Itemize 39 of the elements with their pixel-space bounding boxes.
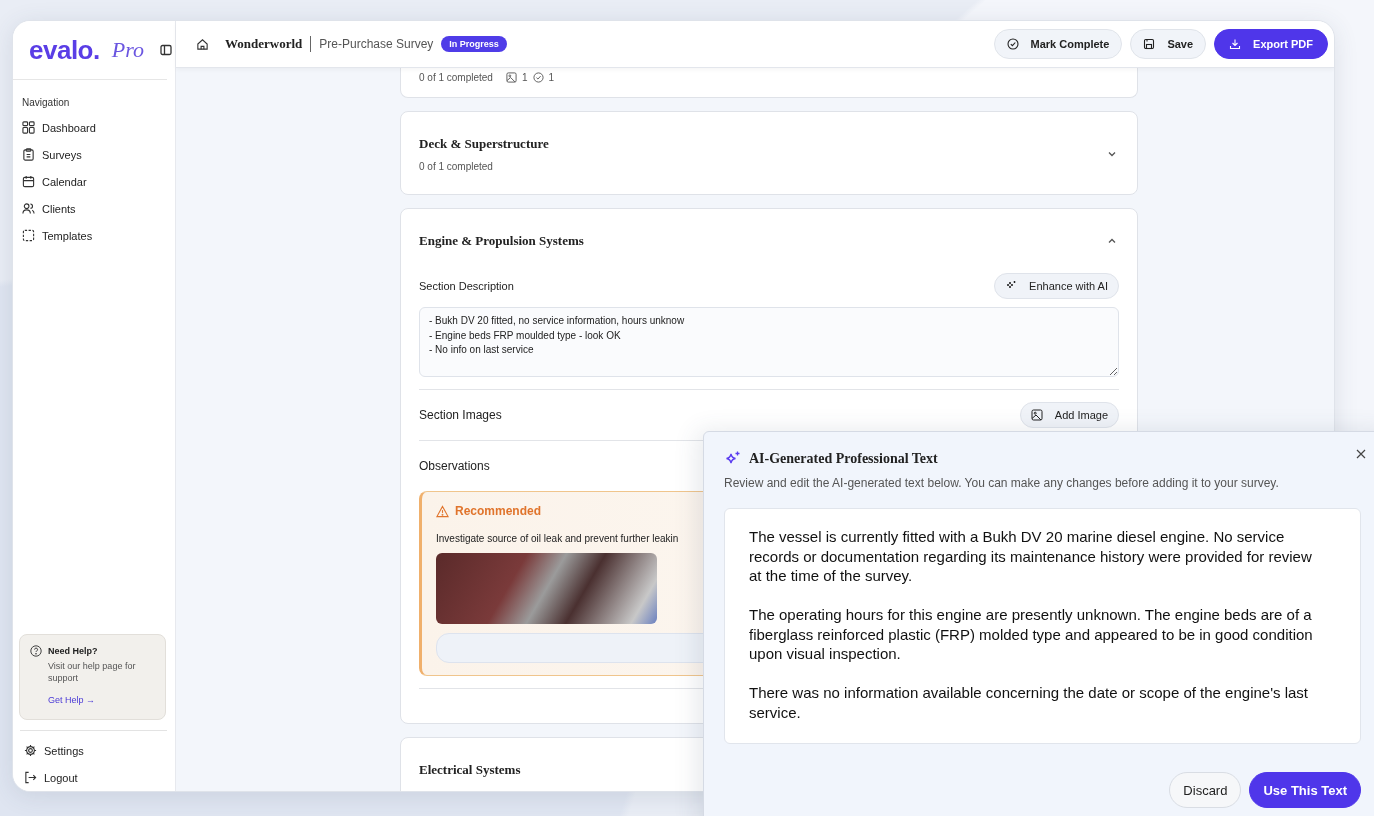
dialog-subtitle: Review and edit the AI-generated text below. You can make any changes before adding it to your survey. <box>724 476 1280 490</box>
nav-section-label: Navigation <box>22 97 71 108</box>
dialog-title: AI-Generated Professional Text <box>749 451 938 467</box>
section-title: Deck & Superstructure <box>419 136 549 152</box>
status-badge: In Progress <box>441 36 507 52</box>
nav-item[interactable]: Settings <box>22 737 167 764</box>
nav-item[interactable]: Dashboard <box>20 114 167 141</box>
nav-item[interactable]: Templates <box>20 222 167 249</box>
toolbar-button[interactable]: Mark Complete <box>993 29 1123 59</box>
completion-count: 0 of 1 completed <box>419 161 494 172</box>
survey-name: Pre-Purchase Survey <box>319 37 434 51</box>
nav-item[interactable]: Clients <box>20 195 167 222</box>
get-help-link[interactable]: Get Help → <box>48 695 96 705</box>
section-title: Electrical Systems <box>419 762 521 778</box>
help-text: Visit our help page for support <box>48 659 137 684</box>
field-label: Observations <box>419 459 490 473</box>
observation-text: Investigate source of oil leak and prevent further leakin <box>436 533 679 544</box>
image-count: 1 <box>521 72 528 83</box>
enhance-ai-button[interactable]: Enhance with AI <box>994 273 1119 299</box>
client-name: Wonderworld <box>225 36 303 52</box>
toolbar-button[interactable]: Export PDF <box>1214 29 1328 59</box>
logo-suffix: Pro <box>111 37 144 63</box>
nav-item[interactable]: Calendar <box>20 168 167 195</box>
logo: evalo. <box>29 34 100 66</box>
add-image-button[interactable]: Add Image <box>1019 402 1119 428</box>
dialog-button[interactable]: Discard <box>1169 772 1242 808</box>
nav-item[interactable]: Surveys <box>20 141 167 168</box>
dialog-button[interactable]: Use This Text <box>1249 772 1361 808</box>
generated-text-field[interactable]: The vessel is currently fitted with a Bukh DV 20 marine diesel engine. No service records or documentation regarding its maintenance history were provided for review at the time of the survey. The operating hours for this engine are presently unknown. The engine beds are of a fiberglass reinforced plastic (FRP) molded type and appeared to be in good condition upon visual inspection. There was no information available concerning the date or scope of the engine's last service. <box>724 508 1361 744</box>
observation-severity: Recommended <box>455 504 542 518</box>
nav-item[interactable]: Logout <box>22 764 167 791</box>
section-title: Engine & Propulsion Systems <box>419 233 584 249</box>
check-count: 1 <box>548 72 555 83</box>
completion-count: 0 of 1 completed <box>419 72 493 83</box>
description-field[interactable]: - Bukh DV 20 fitted, no service information, hours unknow - Engine beds FRP moulded type - look OK - No info on last service <box>419 307 1119 377</box>
field-label: Section Images <box>419 408 502 422</box>
help-title: Need Help? <box>48 645 98 656</box>
toolbar-button[interactable]: Save <box>1130 29 1207 59</box>
field-label: Section Description <box>419 280 514 292</box>
